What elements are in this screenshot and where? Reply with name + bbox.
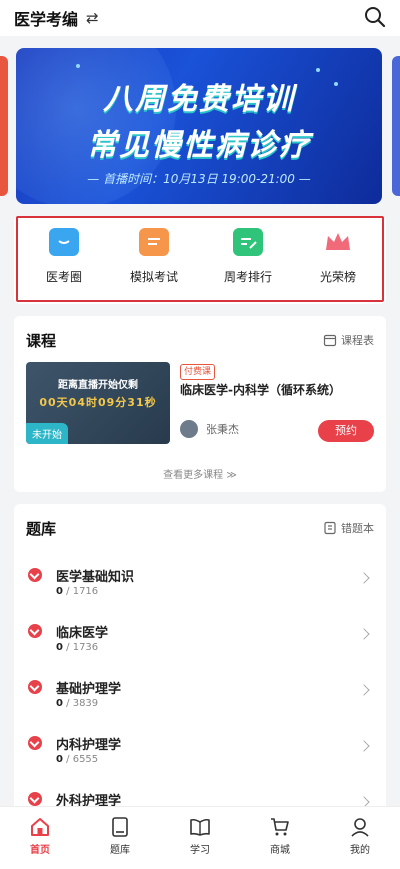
tab-label: 我的 — [350, 845, 370, 856]
quick-nav-circle[interactable]: 医考圈 — [24, 228, 104, 285]
done-count: 0 — [56, 586, 63, 597]
home-icon — [31, 818, 49, 836]
teacher-info: 张秉杰 — [180, 420, 239, 438]
tab-question-bank[interactable]: 题库 — [80, 815, 160, 856]
open-book-icon — [190, 818, 210, 836]
chevron-down-icon — [28, 736, 42, 750]
section-title: 题库 — [26, 520, 57, 538]
banner-slide[interactable]: 八周免费培训 常见慢性病诊疗 — 首播时间：10月13日 19:00-21:00… — [16, 48, 382, 204]
list-item[interactable]: 基础护理学 0 / 3839 — [26, 676, 376, 724]
list-item[interactable]: 医学基础知识 0 / 1716 — [26, 564, 376, 612]
subject-name: 内科护理学 — [56, 738, 122, 753]
notebook-icon — [324, 521, 336, 535]
app-header: 医学考编 ⇄ — [0, 0, 400, 36]
chevron-down-icon — [28, 680, 42, 694]
progress-count: 0 / 1716 — [56, 586, 98, 597]
total-count: / 3839 — [66, 698, 99, 709]
cart-icon — [271, 818, 289, 836]
subject-name: 临床医学 — [56, 626, 109, 641]
calendar-icon — [323, 334, 337, 347]
tab-label: 首页 — [30, 845, 50, 856]
quick-nav-mock-exam[interactable]: 模拟考试 — [114, 228, 194, 285]
quick-nav-weekly-ranking[interactable]: 周考排行 — [208, 228, 288, 285]
chevron-right-icon — [358, 628, 370, 640]
more-courses-link[interactable]: 查看更多课程 ≫ — [14, 466, 386, 481]
list-item[interactable]: 内科护理学 0 / 6555 — [26, 732, 376, 780]
teacher-name: 张秉杰 — [206, 423, 239, 436]
person-icon — [351, 818, 369, 837]
tab-shop[interactable]: 商城 — [240, 815, 320, 856]
wrong-book-label: 错题本 — [341, 522, 374, 535]
chat-bubble-icon — [49, 228, 79, 256]
banner-carousel[interactable]: 八周免费培训 常见慢性病诊疗 — 首播时间：10月13日 19:00-21:00… — [0, 40, 400, 210]
quick-nav-label: 模拟考试 — [129, 270, 178, 284]
reserve-button[interactable]: 预约 — [318, 420, 374, 442]
course-name: 临床医学-内科学（循环系统） — [180, 383, 341, 397]
done-count: 0 — [56, 754, 63, 765]
subject-name: 医学基础知识 — [56, 570, 135, 585]
banner-time: — 首播时间：10月13日 19:00-21:00 — — [87, 172, 311, 186]
quick-nav-label: 光荣榜 — [319, 270, 356, 284]
course-title[interactable]: 付费课临床医学-内科学（循环系统） — [180, 362, 376, 400]
progress-count: 0 / 3839 — [56, 698, 98, 709]
chevron-right-icon — [358, 684, 370, 696]
tab-label: 学习 — [190, 845, 210, 856]
total-count: / 1716 — [66, 586, 99, 597]
edit-note-icon — [233, 228, 263, 256]
question-bank-section: 题库 错题本 医学基础知识 0 / 1716 临床医学 0 / 1736 基础护… — [14, 504, 386, 824]
tab-study[interactable]: 学习 — [160, 815, 240, 856]
banner-decor-dot — [76, 64, 80, 68]
app-title[interactable]: 医学考编 — [14, 6, 78, 30]
quick-nav-label: 周考排行 — [223, 270, 272, 284]
banner-headline: 八周免费培训 — [103, 82, 295, 117]
chevron-down-icon — [28, 792, 42, 806]
avatar — [180, 420, 198, 438]
bottom-tab-bar: 首页 题库 学习 商城 我的 — [0, 806, 400, 869]
status-badge: 未开始 — [26, 423, 68, 444]
crown-icon — [323, 228, 353, 256]
done-count: 0 — [56, 642, 63, 653]
document-icon — [139, 228, 169, 256]
tab-label: 商城 — [270, 845, 290, 856]
course-section: 课程 课程表 距离直播开始仅剩 00天04时09分31秒 未开始 付费课临床医学… — [14, 316, 386, 492]
subject-name: 基础护理学 — [56, 682, 122, 697]
course-thumbnail[interactable]: 距离直播开始仅剩 00天04时09分31秒 未开始 — [26, 362, 170, 444]
banner-next-card[interactable] — [392, 56, 400, 196]
schedule-link[interactable]: 课程表 — [323, 332, 374, 348]
search-icon[interactable] — [362, 4, 388, 30]
paid-badge: 付费课 — [180, 364, 216, 380]
section-title: 课程 — [26, 332, 57, 350]
chevron-down-icon — [28, 624, 42, 638]
wrong-book-link[interactable]: 错题本 — [323, 520, 374, 536]
countdown-caption: 距离直播开始仅剩 — [58, 380, 138, 391]
quick-nav-label: 医考圈 — [45, 270, 82, 284]
chevron-right-icon — [358, 740, 370, 752]
banner-subheadline: 常见慢性病诊疗 — [87, 128, 311, 163]
countdown-timer: 00天04时09分31秒 — [39, 396, 157, 409]
done-count: 0 — [56, 698, 63, 709]
schedule-link-label: 课程表 — [341, 334, 374, 347]
quick-nav: 医考圈 模拟考试 周考排行 光荣榜 — [14, 216, 386, 304]
tab-label: 题库 — [110, 845, 130, 856]
progress-count: 0 / 6555 — [56, 754, 98, 765]
book-icon — [112, 817, 128, 837]
total-count: / 1736 — [66, 642, 99, 653]
chevron-down-icon — [28, 568, 42, 582]
quick-nav-honor-board[interactable]: 光荣榜 — [298, 228, 378, 285]
banner-decor-dot — [316, 68, 320, 72]
tab-mine[interactable]: 我的 — [320, 815, 400, 856]
switch-icon[interactable]: ⇄ — [86, 9, 99, 27]
list-item[interactable]: 临床医学 0 / 1736 — [26, 620, 376, 668]
progress-count: 0 / 1736 — [56, 642, 98, 653]
chevron-right-icon — [358, 572, 370, 584]
tab-home[interactable]: 首页 — [0, 815, 80, 856]
banner-prev-card[interactable] — [0, 56, 8, 196]
total-count: / 6555 — [66, 754, 99, 765]
